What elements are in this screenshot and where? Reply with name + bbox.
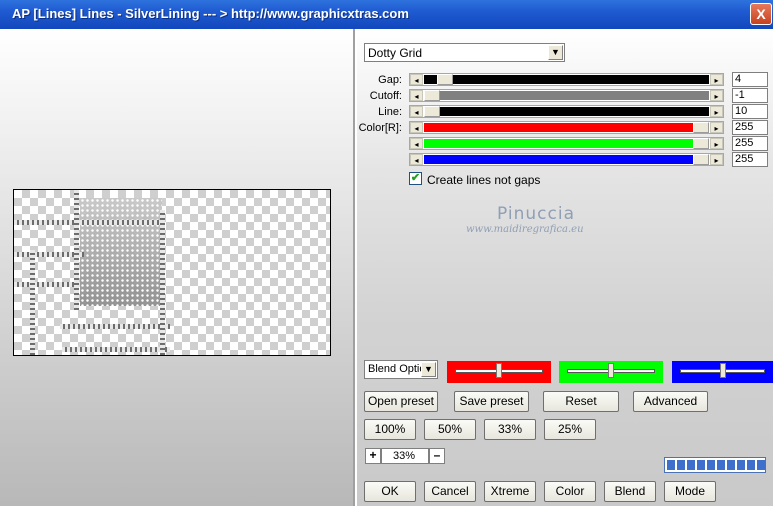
arrow-left-icon[interactable]: ◂ [410, 106, 423, 117]
slider-thumb[interactable] [693, 122, 709, 133]
progress-block [707, 460, 715, 470]
pattern-select-value: Dotty Grid [368, 46, 423, 60]
arrow-right-icon[interactable]: ▸ [710, 74, 723, 85]
slider-thumb[interactable] [424, 106, 440, 117]
preview-line [74, 190, 79, 310]
arrow-right-icon[interactable]: ▸ [710, 122, 723, 133]
progress-block [737, 460, 745, 470]
slider-value-field[interactable]: 255 [732, 120, 768, 135]
slider-track[interactable]: ◂ ▸ [409, 105, 724, 118]
slider-thumb[interactable] [424, 90, 440, 101]
slider-fill [424, 75, 709, 84]
slider-label: Line: [378, 106, 402, 118]
blend-select[interactable]: Blend Optio ▼ [364, 360, 438, 379]
arrow-right-icon[interactable]: ▸ [710, 138, 723, 149]
zoom-50-button[interactable]: 50% [424, 419, 476, 440]
xtreme-button[interactable]: Xtreme [484, 481, 536, 502]
slider-value-field[interactable]: -1 [732, 88, 768, 103]
arrow-right-icon[interactable]: ▸ [710, 154, 723, 165]
zoom-33-button[interactable]: 33% [484, 419, 536, 440]
blend-select-value: Blend Optio [368, 363, 426, 375]
arrow-right-icon[interactable]: ▸ [710, 90, 723, 101]
slider-fill [424, 107, 709, 116]
advanced-button[interactable]: Advanced [633, 391, 708, 412]
slider-label: Color[R]: [358, 122, 402, 134]
pattern-select[interactable]: Dotty Grid ▼ [364, 43, 565, 62]
zoom-100-button[interactable]: 100% [364, 419, 416, 440]
slider-value-field[interactable]: 10 [732, 104, 768, 119]
slider-fill [424, 123, 709, 132]
color-bar-red[interactable] [447, 361, 551, 383]
preview-line [30, 250, 35, 355]
watermark-site: www.maidiregrafica.eu [466, 224, 584, 235]
slider-value-field[interactable]: 255 [732, 152, 768, 167]
color-button[interactable]: Color [544, 481, 596, 502]
preview-line [60, 324, 170, 329]
slider-track[interactable]: ◂ ▸ [409, 121, 724, 134]
progress-block [727, 460, 735, 470]
zoom-25-button[interactable]: 25% [544, 419, 596, 440]
arrow-left-icon[interactable]: ◂ [410, 74, 423, 85]
arrow-left-icon[interactable]: ◂ [410, 122, 423, 133]
arrow-right-icon[interactable]: ▸ [710, 106, 723, 117]
color-bar-green[interactable] [559, 361, 663, 383]
color-bar-blue[interactable] [672, 361, 773, 383]
slider-thumb[interactable] [693, 138, 709, 149]
slider-value-field[interactable]: 4 [732, 72, 768, 87]
preview-line [62, 347, 170, 352]
preview-canvas[interactable] [13, 189, 331, 356]
title-bar: AP [Lines] Lines - SilverLining --- > ht… [0, 0, 773, 29]
slider-track[interactable]: ◂ ▸ [409, 153, 724, 166]
slider-thumb[interactable] [693, 154, 709, 165]
close-button[interactable]: X [750, 3, 772, 25]
slider-label: Gap: [378, 74, 402, 86]
progress-block [687, 460, 695, 470]
cancel-button[interactable]: Cancel [424, 481, 476, 502]
zoom-field[interactable]: 33% [381, 448, 429, 464]
slider-label: Cutoff: [369, 90, 402, 102]
arrow-left-icon[interactable]: ◂ [410, 154, 423, 165]
preview-shape [80, 198, 162, 306]
check-icon: ✔ [410, 172, 421, 184]
create-lines-label: Create lines not gaps [427, 173, 541, 187]
open-preset-button[interactable]: Open preset [364, 391, 438, 412]
preview-line [14, 220, 164, 225]
slider-value-field[interactable]: 255 [732, 136, 768, 151]
slider-fill [424, 91, 709, 100]
progress-bar [664, 457, 766, 473]
reset-button[interactable]: Reset [543, 391, 619, 412]
arrow-left-icon[interactable]: ◂ [410, 90, 423, 101]
progress-block [747, 460, 755, 470]
zoom-in-button[interactable]: + [365, 448, 381, 464]
slider-track[interactable]: ◂ ▸ [409, 89, 724, 102]
preview-pane [0, 29, 355, 506]
window-title: AP [Lines] Lines - SilverLining --- > ht… [12, 6, 409, 21]
progress-block [717, 460, 725, 470]
color-bar-thumb[interactable] [496, 363, 502, 378]
preview-line [160, 210, 165, 355]
progress-block [677, 460, 685, 470]
color-bar-thumb[interactable] [608, 363, 614, 378]
color-bar-thumb[interactable] [719, 363, 726, 378]
progress-block [757, 460, 765, 470]
save-preset-button[interactable]: Save preset [454, 391, 529, 412]
slider-fill [424, 139, 709, 148]
blend-button[interactable]: Blend [604, 481, 656, 502]
slider-track[interactable]: ◂ ▸ [409, 137, 724, 150]
chevron-down-icon[interactable]: ▼ [421, 362, 436, 377]
chevron-down-icon[interactable]: ▼ [548, 45, 563, 60]
slider-fill [424, 155, 709, 164]
zoom-out-button[interactable]: – [429, 448, 445, 464]
watermark-name: Pinuccia [497, 204, 575, 224]
mode-button[interactable]: Mode [664, 481, 716, 502]
ok-button[interactable]: OK [364, 481, 416, 502]
create-lines-checkbox[interactable]: ✔ [409, 172, 422, 185]
slider-thumb[interactable] [437, 74, 454, 85]
preview-line [14, 282, 80, 287]
progress-block [697, 460, 705, 470]
slider-track[interactable]: ◂ ▸ [409, 73, 724, 86]
progress-block [667, 460, 675, 470]
arrow-left-icon[interactable]: ◂ [410, 138, 423, 149]
